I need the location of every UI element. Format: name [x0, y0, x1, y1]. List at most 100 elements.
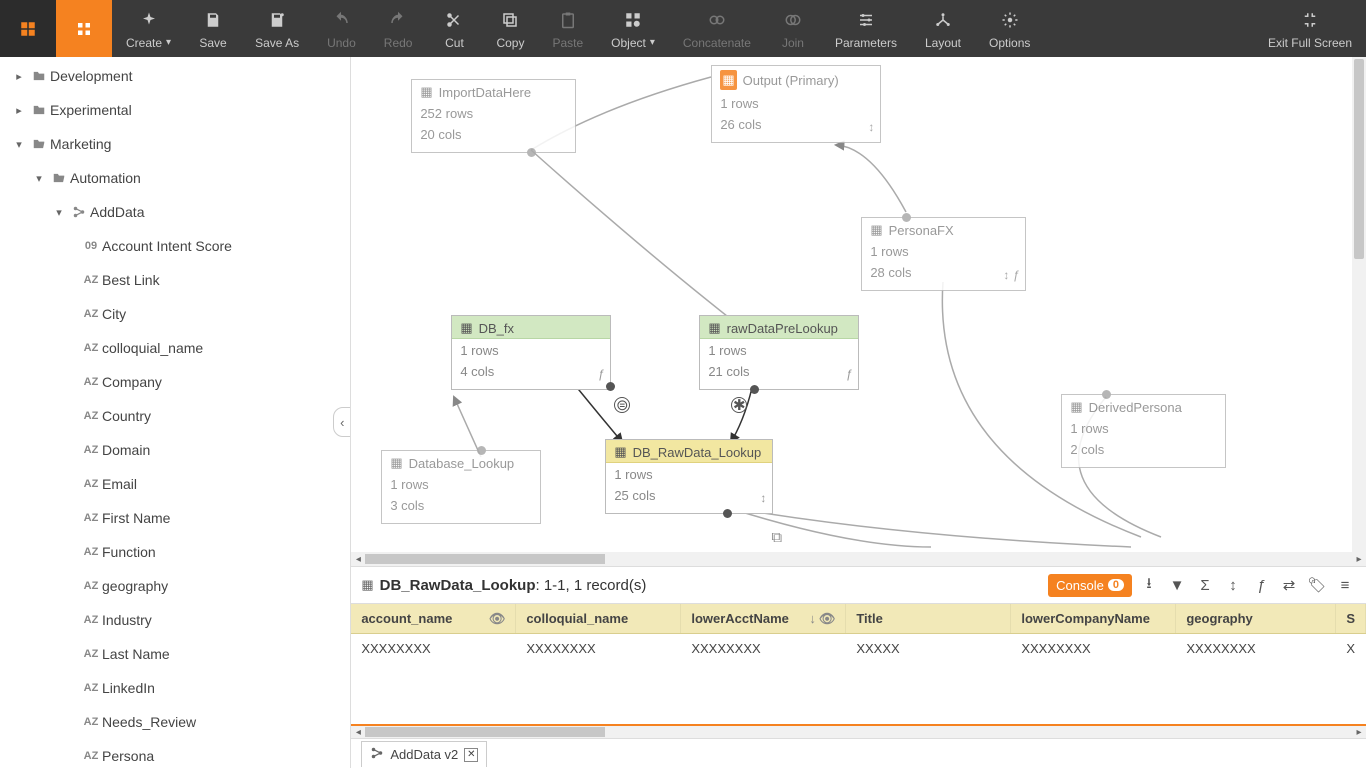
tree-item-label: Account Intent Score	[102, 238, 232, 254]
exit-fullscreen-button[interactable]: Exit Full Screen	[1254, 0, 1366, 57]
sort-icon: ↕	[868, 118, 874, 137]
tree-folder-automation[interactable]: ▾Automation	[0, 161, 350, 195]
save-button[interactable]: Save	[185, 0, 241, 57]
tree-column-item[interactable]: AZIndustry	[0, 603, 350, 637]
tag-icon[interactable]: 🏷	[1306, 576, 1328, 594]
tree-item-label: Function	[102, 544, 156, 560]
data-grid: account_name👁 colloquial_name lowerAcctN…	[351, 604, 1366, 738]
swap-icon[interactable]: ⇄	[1278, 576, 1300, 594]
col-title[interactable]: Title	[846, 604, 1011, 633]
data-panel-header: ▦ DB_RawData_Lookup: 1-1, 1 record(s) Co…	[351, 566, 1366, 604]
tree-dataset-adddata[interactable]: ▾AddData	[0, 195, 350, 229]
chevron-down-icon: ▾	[166, 37, 171, 48]
col-account-name[interactable]: account_name👁	[351, 604, 516, 633]
col-loweracctname[interactable]: lowerAcctName↓👁	[681, 604, 846, 633]
table-row[interactable]: XXXXXXXX XXXXXXXX XXXXXXXX XXXXX XXXXXXX…	[351, 634, 1366, 662]
type-badge: AZ	[80, 512, 102, 524]
close-tab-icon[interactable]: ✕	[464, 748, 478, 762]
sort-desc-icon[interactable]: ↓	[809, 611, 816, 627]
paste-button[interactable]: Paste	[538, 0, 597, 57]
tree-column-item[interactable]: AZDomain	[0, 433, 350, 467]
cell: XXXXXXXX	[681, 634, 846, 662]
tree-column-item[interactable]: AZNeeds_Review	[0, 705, 350, 739]
node-rawdataprelookup[interactable]: ▦rawDataPreLookup 1 rows21 colsƒ	[699, 315, 859, 390]
node-dbrawdatalookup[interactable]: ▦DB_RawData_Lookup 1 rows25 cols↕	[605, 439, 773, 514]
col-more[interactable]: S	[1336, 604, 1366, 633]
collapse-sidebar-button[interactable]: ‹	[333, 407, 351, 437]
table-icon: ▦	[708, 320, 720, 336]
tree-item-label: Industry	[102, 612, 152, 628]
tree-column-item[interactable]: AZCity	[0, 297, 350, 331]
tree-item-label: Email	[102, 476, 137, 492]
filter-icon[interactable]: ▼	[1166, 577, 1188, 594]
redo-button[interactable]: Redo	[370, 0, 427, 57]
join-left-icon: ⊜	[614, 397, 630, 413]
tree-folder-experimental[interactable]: ▸Experimental	[0, 93, 350, 127]
node-personafx[interactable]: ▦PersonaFX 1 rows28 cols↕ ƒ	[861, 217, 1026, 291]
copy-button[interactable]: Copy	[482, 0, 538, 57]
console-button[interactable]: Console0	[1048, 574, 1132, 597]
flow-canvas[interactable]: ▦ImportDataHere 252 rows20 cols ▦Output …	[351, 57, 1366, 552]
create-button[interactable]: Create▾	[112, 0, 185, 57]
grid-horizontal-scrollbar[interactable]: ◂▸	[351, 724, 1366, 738]
tree-column-item[interactable]: 09Account Intent Score	[0, 229, 350, 263]
options-button[interactable]: Options	[975, 0, 1044, 57]
tree-item-label: LinkedIn	[102, 680, 155, 696]
object-button[interactable]: Object▾	[597, 0, 669, 57]
sort-icon[interactable]: ↕	[1222, 577, 1244, 594]
table-icon: ▦	[614, 444, 626, 460]
concatenate-button[interactable]: Concatenate	[669, 0, 765, 57]
sort-icon: ↕	[760, 489, 766, 508]
branch-icon	[68, 205, 90, 219]
app-logo[interactable]	[0, 0, 56, 57]
col-lowercompanyname[interactable]: lowerCompanyName	[1011, 604, 1176, 633]
cut-button[interactable]: Cut	[426, 0, 482, 57]
node-derivedpersona[interactable]: ▦DerivedPersona 1 rows2 cols	[1061, 394, 1226, 468]
tree-column-item[interactable]: AZFunction	[0, 535, 350, 569]
join-button[interactable]: Join	[765, 0, 821, 57]
tree-column-item[interactable]: AZgeography	[0, 569, 350, 603]
panel-title: DB_RawData_Lookup: 1-1, 1 record(s)	[380, 577, 647, 594]
tab-adddata[interactable]: AddData v2 ✕	[361, 741, 487, 767]
tree-column-item[interactable]: AZEmail	[0, 467, 350, 501]
tree-folder-marketing[interactable]: ▾Marketing	[0, 127, 350, 161]
node-output[interactable]: ▦Output (Primary) 1 rows26 cols↕	[711, 65, 881, 143]
tree-item-label: geography	[102, 578, 168, 594]
tree-column-item[interactable]: AZCompany	[0, 365, 350, 399]
col-colloquial-name[interactable]: colloquial_name	[516, 604, 681, 633]
tree-column-item[interactable]: AZPersona	[0, 739, 350, 768]
tree-column-item[interactable]: AZFirst Name	[0, 501, 350, 535]
tree-column-item[interactable]: AZLinkedIn	[0, 671, 350, 705]
tree-column-item[interactable]: AZBest Link	[0, 263, 350, 297]
node-databaselookup[interactable]: ▦Database_Lookup 1 rows3 cols	[381, 450, 541, 524]
active-module-icon[interactable]	[56, 0, 112, 57]
tree-column-item[interactable]: AZcolloquial_name	[0, 331, 350, 365]
tree-folder-development[interactable]: ▸Development	[0, 59, 350, 93]
tree-sidebar: ▸Development ▸Experimental ▾Marketing ▾A…	[0, 57, 351, 768]
table-icon: ▦	[420, 84, 432, 100]
download-icon[interactable]: ⭳	[1138, 573, 1160, 598]
parameters-button[interactable]: Parameters	[821, 0, 911, 57]
type-badge: AZ	[80, 682, 102, 694]
cell: XXXXX	[846, 634, 1011, 662]
col-geography[interactable]: geography	[1176, 604, 1336, 633]
fx-icon[interactable]: ƒ	[1250, 577, 1272, 594]
eye-off-icon[interactable]: 👁	[489, 611, 506, 627]
undo-button[interactable]: Undo	[313, 0, 370, 57]
eye-off-icon[interactable]: 👁	[819, 611, 836, 627]
node-importdatahere[interactable]: ▦ImportDataHere 252 rows20 cols	[411, 79, 576, 153]
branch-icon	[370, 746, 384, 763]
sigma-icon[interactable]: Σ	[1194, 577, 1216, 594]
canvas-horizontal-scrollbar[interactable]: ◂▸	[351, 552, 1366, 566]
tree-column-item[interactable]: AZLast Name	[0, 637, 350, 671]
tree-item-label: City	[102, 306, 126, 322]
type-badge: AZ	[80, 546, 102, 558]
cell: X	[1336, 634, 1366, 662]
tree-column-item[interactable]: AZCountry	[0, 399, 350, 433]
node-dbfx[interactable]: ▦DB_fx 1 rows4 colsƒ	[451, 315, 611, 390]
layout-button[interactable]: Layout	[911, 0, 975, 57]
canvas-vertical-scrollbar[interactable]	[1352, 57, 1366, 552]
list-icon[interactable]: ≡	[1334, 577, 1356, 594]
copy-node-icon[interactable]: ⧉	[771, 529, 782, 546]
save-as-button[interactable]: Save As	[241, 0, 313, 57]
